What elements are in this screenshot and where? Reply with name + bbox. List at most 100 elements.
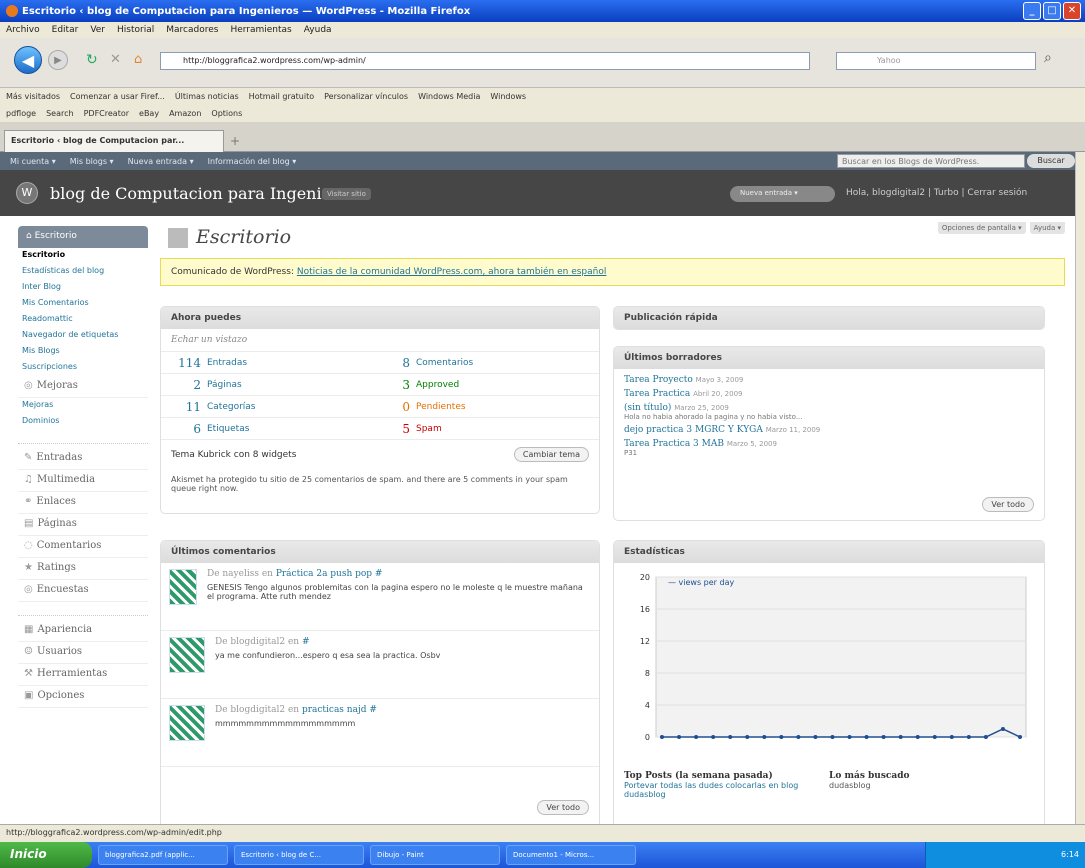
draft-link[interactable]: Tarea Practica [624, 389, 690, 399]
close-button[interactable]: ✕ [1063, 2, 1081, 20]
site-title[interactable]: blog de Computacion para Ingenieros [50, 184, 357, 203]
bookmark-item[interactable]: Más visitados [6, 92, 60, 101]
count-row[interactable]: 114 Entradas [161, 351, 380, 373]
count-row[interactable]: 11 Categorías [161, 395, 380, 417]
taskbar-item[interactable]: bloggrafica2.pdf (applic... [98, 845, 228, 865]
count-row[interactable]: 0 Pendientes [380, 395, 599, 417]
system-tray: 6:14 [925, 842, 1085, 868]
view-all-drafts-button[interactable]: Ver todo [982, 497, 1034, 512]
draft-link[interactable]: (sin título) [624, 403, 671, 413]
stop-icon[interactable]: ✕ [110, 52, 121, 67]
sidebar-subitem[interactable]: Suscripciones [18, 360, 148, 376]
bookmark-item[interactable]: Hotmail gratuito [249, 92, 314, 101]
menu-item[interactable]: Editar [52, 25, 79, 35]
sidebar-item-mejoras[interactable]: ◎ Mejoras [18, 376, 148, 398]
toolbar-item[interactable]: pdfloge [6, 109, 36, 118]
visit-site-button[interactable]: Visitar sitio [322, 188, 371, 200]
toolbar-item[interactable]: PDFCreator [84, 109, 129, 118]
taskbar-item[interactable]: Escritorio ‹ blog de C... [234, 845, 364, 865]
sidebar-submenu-mejoras: Mejoras Dominios [18, 398, 148, 430]
search-icon[interactable]: ⌕ [1044, 50, 1052, 66]
menu-item[interactable]: Archivo [6, 25, 40, 35]
bookmark-item[interactable]: Comenzar a usar Firef... [70, 92, 165, 101]
admin-menu-item[interactable]: Mi cuenta ▾ [10, 157, 56, 166]
home-icon[interactable]: ⌂ [134, 52, 142, 67]
sidebar-subitem[interactable]: Mis Blogs [18, 344, 148, 360]
sidebar-item[interactable]: ✎ Entradas [18, 448, 148, 470]
forward-button[interactable]: ▶ [48, 50, 68, 70]
menu-item[interactable]: Historial [117, 25, 154, 35]
count-row[interactable]: 5 Spam [380, 417, 599, 439]
tab-escritorio[interactable]: Escritorio ‹ blog de Computacion par... [4, 130, 224, 152]
admin-menu-item[interactable]: Nueva entrada ▾ [128, 157, 194, 166]
comment-post-link[interactable]: Práctica 2a push pop # [276, 569, 383, 579]
taskbar-item[interactable]: Documento1 - Micros... [506, 845, 636, 865]
sidebar-item[interactable]: ♫ Multimedia [18, 470, 148, 492]
count-row[interactable]: 3 Approved [380, 373, 599, 395]
sidebar-subitem[interactable]: Mejoras [18, 398, 148, 414]
sidebar-item[interactable]: ▦ Apariencia [18, 620, 148, 642]
menu-item[interactable]: Ayuda [304, 25, 332, 35]
sidebar-head-escritorio[interactable]: ⌂ Escritorio [18, 226, 148, 248]
toolbar-item[interactable]: Search [46, 109, 73, 118]
sidebar-subitem[interactable]: Readomattic [18, 312, 148, 328]
sidebar-subitem[interactable]: Estadísticas del blog [18, 264, 148, 280]
url-input[interactable]: http://bloggrafica2.wordpress.com/wp-adm… [160, 52, 810, 70]
user-links[interactable]: Hola, blogdigital2 | Turbo | Cerrar sesi… [846, 188, 1027, 198]
sidebar-subitem[interactable]: Dominios [18, 414, 148, 430]
count-row[interactable]: 2 Páginas [161, 373, 380, 395]
taskbar-item[interactable]: Dibujo - Paint [370, 845, 500, 865]
sidebar-item[interactable]: ▤ Páginas [18, 514, 148, 536]
maximize-button[interactable]: □ [1043, 2, 1061, 20]
sidebar-subitem[interactable]: Escritorio [18, 248, 148, 264]
admin-menu-item[interactable]: Mis blogs ▾ [70, 157, 114, 166]
bookmark-item[interactable]: Windows Media [418, 92, 480, 101]
screen-option-tab[interactable]: Opciones de pantalla ▾ [937, 222, 1026, 234]
search-input[interactable]: Yahoo [836, 52, 1036, 70]
sidebar-item[interactable]: ☺ Usuarios [18, 642, 148, 664]
start-button[interactable]: Inicio [0, 842, 92, 868]
wp-search-input[interactable]: Buscar en los Blogs de WordPress. [837, 154, 1025, 168]
comment-post-link[interactable]: # [302, 637, 310, 647]
draft-link[interactable]: Tarea Practica 3 MAB [624, 439, 724, 449]
toolbar-item[interactable]: Amazon [169, 109, 201, 118]
sidebar-item[interactable]: ◎ Encuestas [18, 580, 148, 602]
sidebar-subitem[interactable]: Navegador de etiquetas [18, 328, 148, 344]
back-button[interactable]: ◀ [14, 46, 42, 74]
comment-post-link[interactable]: practicas najd # [302, 705, 377, 715]
change-theme-button[interactable]: Cambiar tema [513, 447, 589, 462]
menu-item[interactable]: Herramientas [230, 25, 291, 35]
bookmark-item[interactable]: Últimas noticias [175, 92, 239, 101]
box-title[interactable]: Publicación rápida [614, 307, 1044, 329]
draft-link[interactable]: Tarea Proyecto [624, 375, 693, 385]
minimize-button[interactable]: _ [1023, 2, 1041, 20]
scrollbar[interactable] [1075, 152, 1085, 824]
count-row[interactable]: 8 Comentarios [380, 351, 599, 373]
notice-link[interactable]: Noticias de la comunidad WordPress.com, … [297, 267, 607, 277]
wordpress-logo-icon[interactable]: W [16, 182, 38, 204]
draft-link[interactable]: dejo practica 3 MGRC Y KYGA [624, 425, 763, 435]
menu-item[interactable]: Marcadores [166, 25, 218, 35]
new-post-button[interactable]: Nueva entrada ▾ [730, 186, 835, 202]
new-tab-icon[interactable]: + [230, 134, 240, 148]
reload-icon[interactable]: ↻ [86, 52, 98, 68]
sidebar-item[interactable]: ◌ Comentarios [18, 536, 148, 558]
toolbar-item[interactable]: Options [211, 109, 242, 118]
bookmark-item[interactable]: Windows [490, 92, 526, 101]
sidebar-subitem[interactable]: Mis Comentarios [18, 296, 148, 312]
toolbar-item[interactable]: eBay [139, 109, 159, 118]
sidebar-subitem[interactable]: Inter Blog [18, 280, 148, 296]
view-all-comments-button[interactable]: Ver todo [537, 800, 589, 815]
sidebar-item[interactable]: ⚒ Herramientas [18, 664, 148, 686]
draft-date: Marzo 25, 2009 [674, 404, 729, 412]
screen-option-tab[interactable]: Ayuda ▾ [1029, 222, 1065, 234]
admin-menu-item[interactable]: Información del blog ▾ [208, 157, 297, 166]
count-row[interactable]: 6 Etiquetas [161, 417, 380, 439]
wp-search-button[interactable]: Buscar [1027, 154, 1075, 168]
top-posts-link[interactable]: Portevar todas las dudes colocarlas en b… [624, 781, 829, 799]
bookmark-item[interactable]: Personalizar vínculos [324, 92, 408, 101]
sidebar-item[interactable]: ⚭ Enlaces [18, 492, 148, 514]
sidebar-item[interactable]: ★ Ratings [18, 558, 148, 580]
sidebar-item[interactable]: ▣ Opciones [18, 686, 148, 708]
menu-item[interactable]: Ver [90, 25, 105, 35]
